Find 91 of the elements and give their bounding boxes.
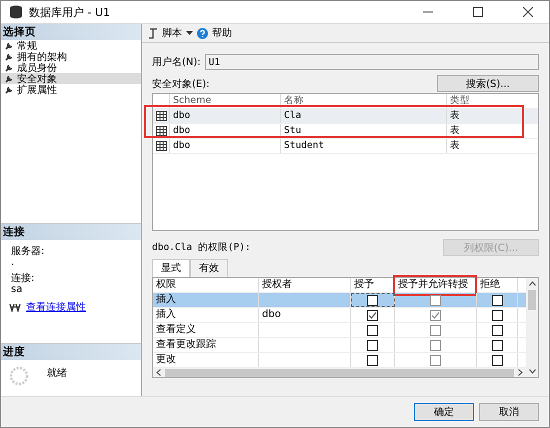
table-row[interactable]: dbo Cla 表 [153, 109, 538, 124]
table-cell: dbo [169, 139, 280, 153]
table-cell: dbo [169, 109, 280, 123]
checkbox[interactable] [367, 310, 378, 320]
section-header: 进度 [1, 344, 141, 360]
plug-icon [9, 302, 21, 312]
help-button[interactable]: 帮助 [212, 26, 232, 40]
sidebar-item[interactable]: 扩展属性 [1, 84, 141, 95]
checkbox[interactable] [492, 340, 502, 350]
dialog-button[interactable]: 确定 [414, 403, 474, 421]
checkbox[interactable] [367, 324, 378, 336]
table-row[interactable]: 插入 [153, 293, 526, 308]
sidebar-item[interactable]: 安全对象 [1, 73, 141, 84]
dialog-button[interactable]: 取消 [479, 403, 539, 421]
checkbox[interactable] [492, 324, 502, 336]
checkbox[interactable] [367, 354, 378, 366]
table-icon [156, 141, 166, 151]
column-header[interactable]: 授权者 [259, 278, 351, 292]
column-header[interactable]: 授予 [351, 278, 395, 292]
table-cell: 表 [446, 124, 524, 138]
user-name-field[interactable]: U1 [204, 54, 539, 70]
status-text: 就绪 [47, 366, 67, 380]
wrench-icon [5, 63, 14, 72]
table-cell: 插入 [153, 293, 259, 307]
section-header: 选择页 [1, 24, 141, 40]
sidebar-item[interactable]: 拥有的架构 [1, 51, 141, 62]
checkbox[interactable] [367, 340, 378, 350]
vertical-scrollbar[interactable] [526, 278, 538, 377]
wrench-icon [5, 41, 14, 50]
scrollbar-thumb[interactable] [165, 368, 514, 376]
table-row[interactable]: dbo Stu 表 [153, 124, 538, 139]
checkbox[interactable] [367, 294, 378, 306]
checkbox[interactable] [430, 310, 441, 320]
checkbox[interactable] [492, 310, 502, 320]
window-title: 数据库用户 - U1 [29, 4, 110, 20]
wrench-icon [5, 52, 14, 61]
script-icon[interactable] [148, 28, 158, 38]
horizontal-scrollbar[interactable] [153, 368, 526, 377]
table-row[interactable]: 插入 dbo [153, 308, 526, 323]
wrench-icon [5, 74, 14, 83]
checkbox[interactable] [430, 340, 441, 350]
search-button[interactable]: 搜索(S)... [437, 75, 539, 92]
table-cell: dbo [262, 309, 281, 320]
caret-icon[interactable] [186, 31, 193, 35]
securables-label: 安全对象(E): [152, 78, 210, 90]
tab[interactable]: 显式 [152, 259, 190, 277]
table-cell: Cla [280, 109, 446, 123]
column-header[interactable]: 授予并允许转授 [395, 278, 477, 292]
server-label: 服务器: [10, 245, 46, 258]
server-value: . [10, 258, 16, 267]
script-button[interactable]: 脚本 [162, 26, 182, 40]
connection-label: 连接: [10, 272, 36, 285]
table-cell: 表 [446, 109, 524, 123]
user-name-label: 用户名(N): [152, 56, 201, 69]
column-header[interactable]: 拒绝 [477, 278, 518, 292]
table-row[interactable]: 查看定义 [153, 323, 526, 338]
table-icon [156, 126, 166, 136]
table-icon [156, 111, 166, 121]
table-cell: 表 [446, 139, 524, 153]
table-cell: Student [280, 139, 446, 153]
checkbox[interactable] [430, 324, 441, 336]
column-header[interactable]: 权限 [153, 278, 259, 292]
spinner-icon [9, 366, 29, 386]
maximize-icon[interactable] [473, 7, 483, 17]
checkbox[interactable] [492, 354, 502, 366]
checkbox[interactable] [430, 354, 441, 366]
table-cell: 查看定义 [153, 323, 259, 337]
sidebar-item[interactable]: 成员身份 [1, 62, 141, 73]
sidebar-item[interactable]: 常规 [1, 40, 141, 51]
table-cell: 查看更改跟踪 [153, 338, 259, 352]
tab[interactable]: 有效 [190, 259, 228, 277]
column-header[interactable]: 名称 [280, 94, 446, 108]
table-cell: 插入 [153, 308, 259, 322]
table-cell: 更改 [153, 353, 259, 367]
permissions-label: dbo.Cla 的权限(P): [152, 241, 251, 254]
wrench-icon [5, 85, 14, 94]
table-row[interactable]: dbo Student 表 [153, 139, 538, 154]
checkbox[interactable] [492, 294, 502, 306]
view-connection-properties-link[interactable]: 查看连接属性 [26, 300, 86, 314]
section-header: 连接 [1, 224, 141, 240]
database-icon [9, 5, 23, 19]
scrollbar-thumb[interactable] [528, 290, 536, 310]
column-header[interactable]: 类型 [446, 94, 524, 108]
table-cell: dbo [169, 124, 280, 138]
table-row[interactable]: 查看更改跟踪 [153, 338, 526, 353]
help-icon[interactable] [197, 28, 208, 38]
connection-value: sa [10, 285, 24, 294]
column-header[interactable]: Scheme [169, 94, 280, 108]
close-icon[interactable] [523, 7, 533, 17]
checkbox[interactable] [430, 294, 441, 306]
table-cell: Stu [280, 124, 446, 138]
